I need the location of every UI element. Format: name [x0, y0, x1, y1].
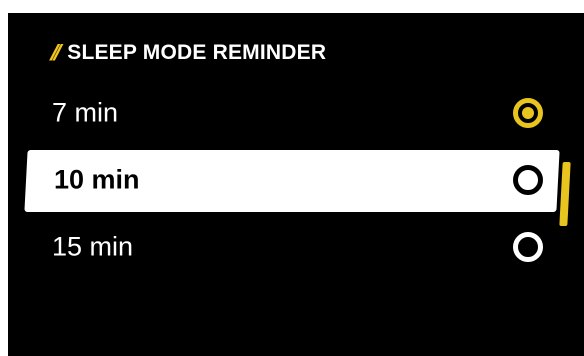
option-label: 7 min: [52, 97, 119, 128]
radio-dot: [522, 107, 534, 119]
option-7-min[interactable]: 7 min: [8, 83, 556, 143]
settings-screen: // SLEEP MODE REMINDER 7 min 10 min 15 m…: [8, 13, 584, 356]
radio-unchecked-icon[interactable]: [513, 232, 543, 262]
option-15-min[interactable]: 15 min: [8, 217, 556, 277]
page-title: SLEEP MODE REMINDER: [67, 41, 327, 64]
option-label: 10 min: [54, 164, 140, 195]
option-label: 15 min: [52, 231, 134, 262]
option-10-min[interactable]: 10 min: [8, 150, 560, 212]
radio-checked-icon[interactable]: [513, 98, 543, 128]
header-slashes-icon: //: [49, 40, 60, 65]
radio-unchecked-icon[interactable]: [513, 165, 543, 195]
section-header: // SLEEP MODE REMINDER: [49, 40, 327, 65]
focus-indicator-bar: [559, 162, 571, 226]
